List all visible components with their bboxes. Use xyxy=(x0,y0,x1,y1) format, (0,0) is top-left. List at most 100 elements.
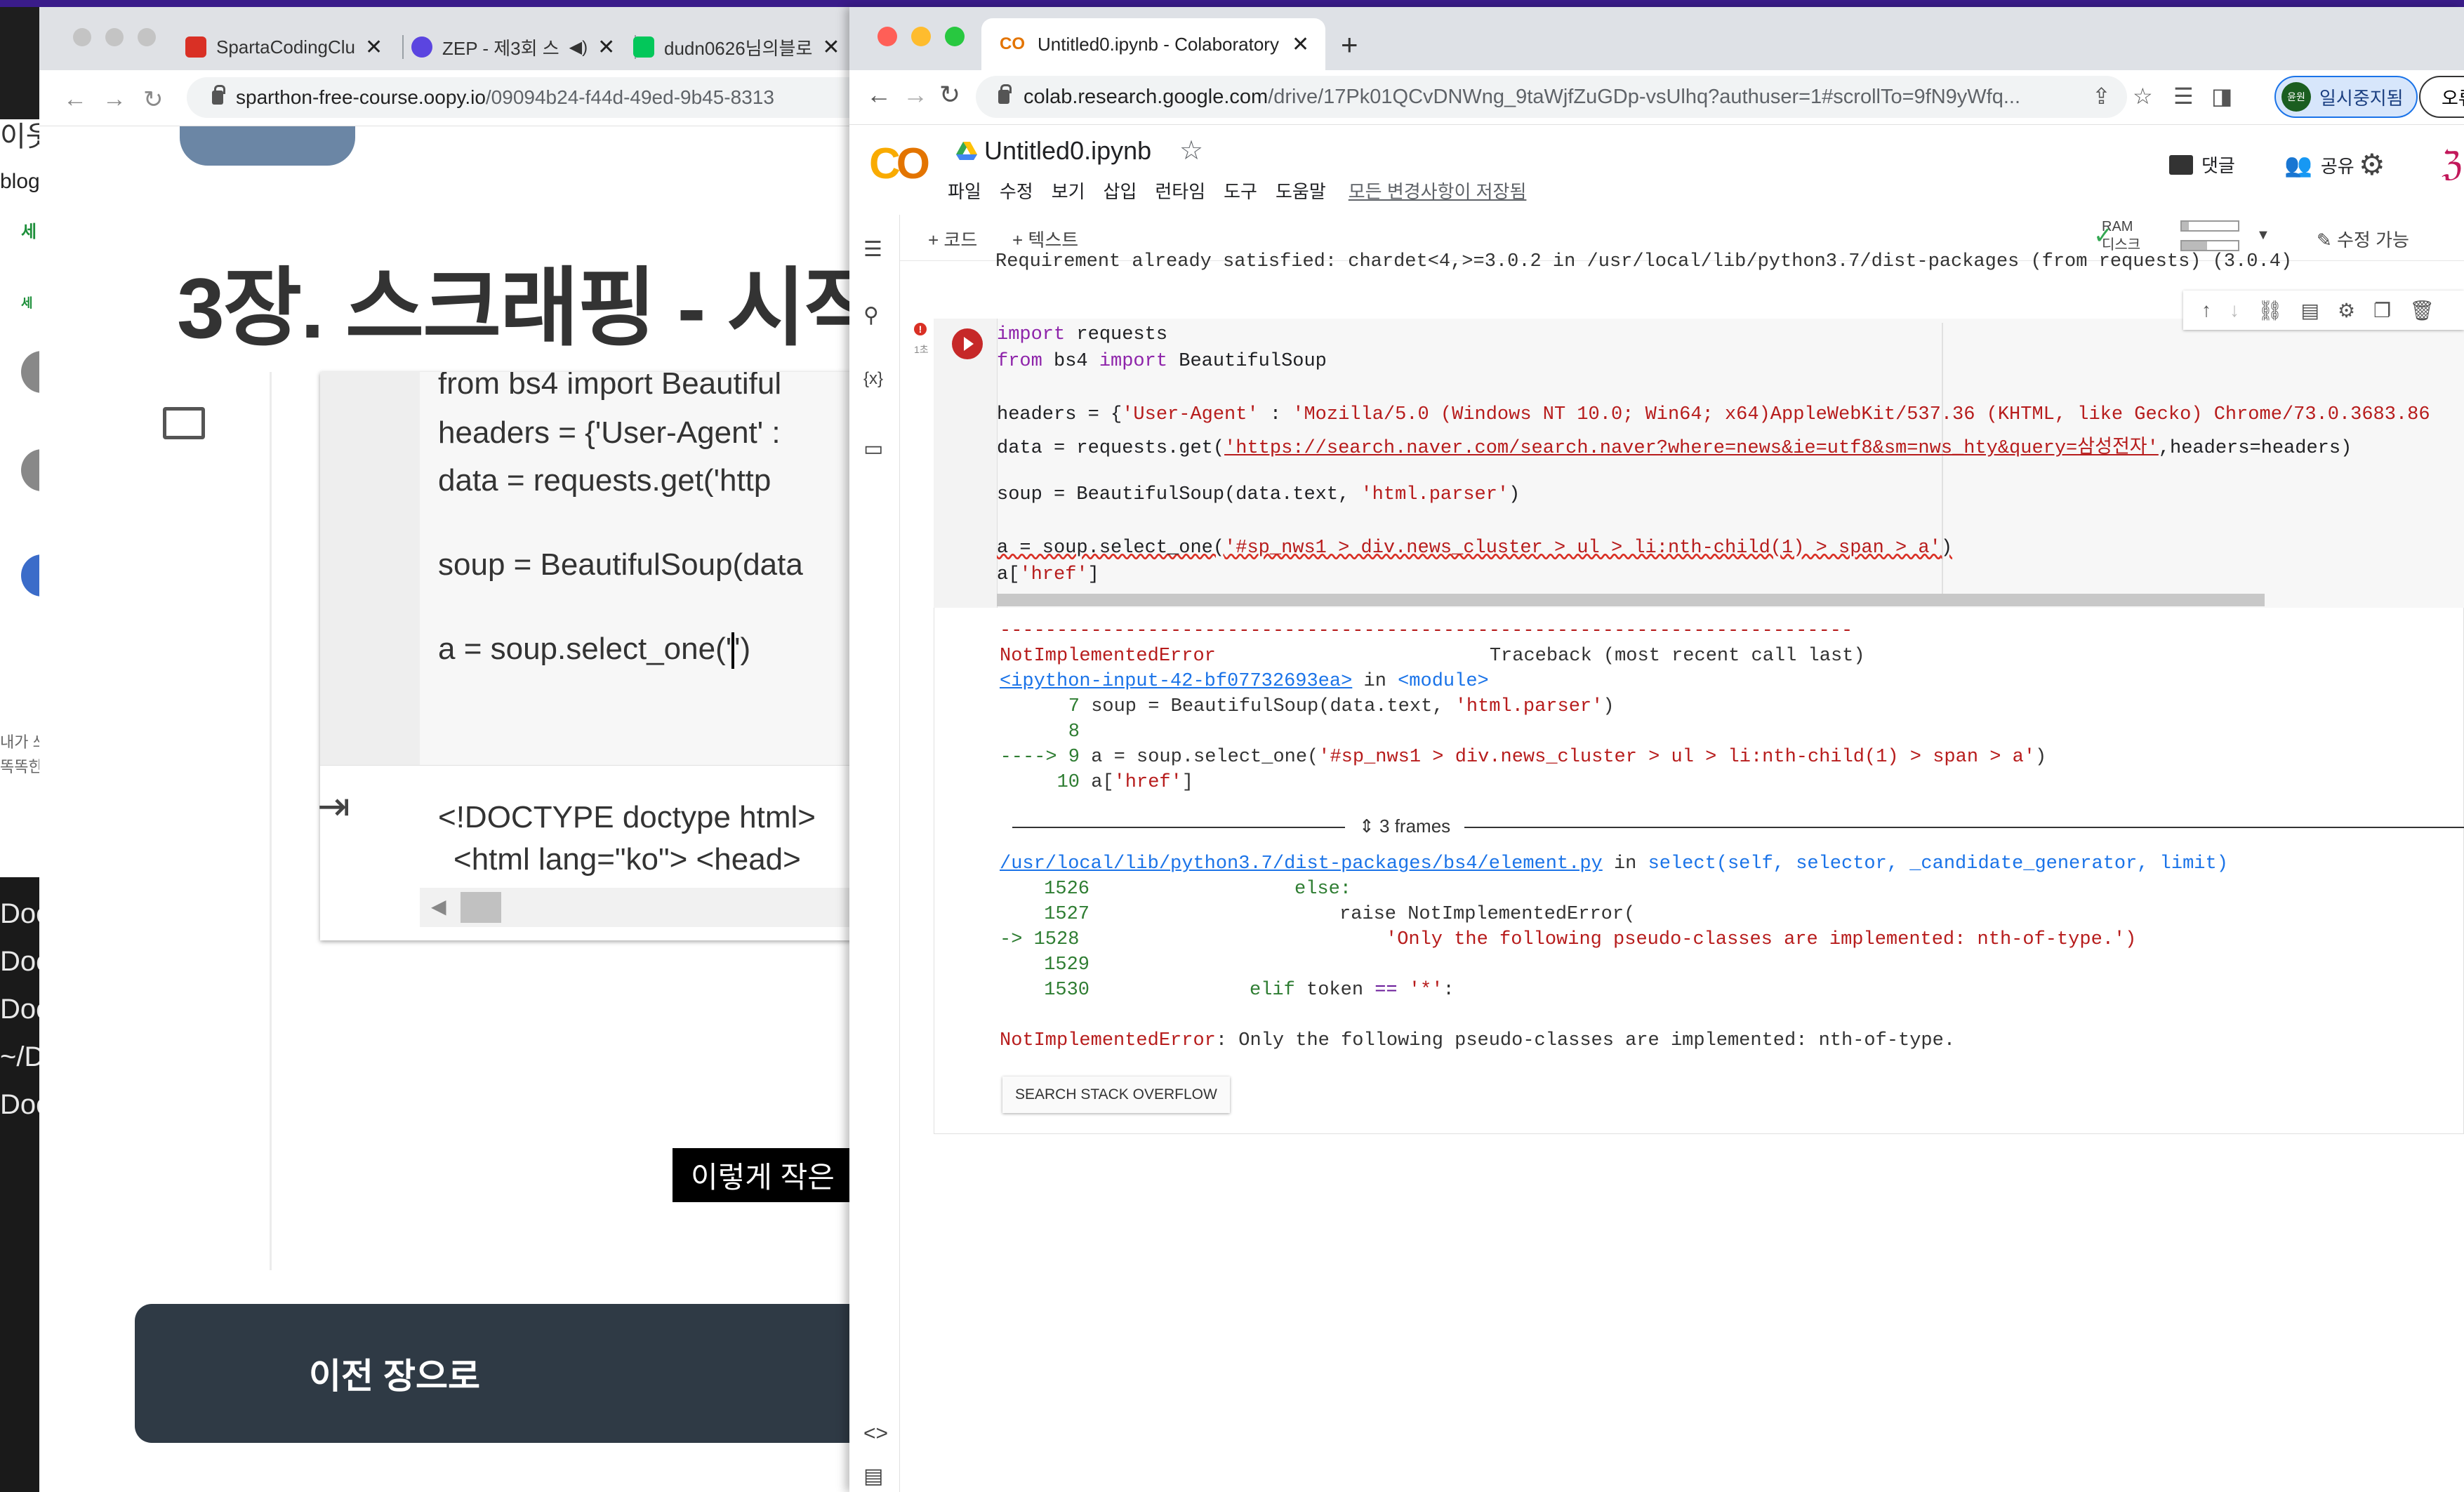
terminal-icon[interactable]: ▤ xyxy=(863,1464,883,1488)
banner-image xyxy=(180,126,355,166)
zoom-scrollbar[interactable]: ◀ xyxy=(420,888,882,927)
close-icon[interactable]: ✕ xyxy=(1292,32,1309,57)
cell-toolbar: ↑ ↓ ⛓ ▤ ⚙ ❐ 🗑 xyxy=(2183,291,2464,330)
resource-labels[interactable]: RAM 디스크 xyxy=(2102,218,2140,254)
scrollbar-thumb[interactable] xyxy=(461,892,501,923)
tab-zep[interactable]: ZEP - 제3회 스 ◀) ✕ xyxy=(411,24,637,70)
close-icon[interactable]: ✕ xyxy=(822,35,840,60)
ruler-guide xyxy=(1942,323,1943,604)
colab-logo[interactable]: CO xyxy=(869,139,930,189)
comment-button[interactable]: 댓글 xyxy=(2169,152,2235,178)
ram-label: RAM xyxy=(2102,219,2133,234)
menu-bar: 파일 수정 보기 삽입 런타임 도구 도움말 모든 변경사항이 저장됨 xyxy=(948,178,1526,204)
sliver-green-label: 세 xyxy=(21,296,33,310)
files-icon[interactable]: ▭ xyxy=(863,437,883,461)
minimize-window-button[interactable] xyxy=(105,28,124,46)
maximize-window-button[interactable] xyxy=(945,27,965,46)
traceback-location: <ipython-input-42-bf07732693ea> in <modu… xyxy=(1000,671,1489,692)
avatar[interactable] xyxy=(21,554,39,597)
share-button[interactable]: 👥 공유 xyxy=(2284,152,2354,178)
notebook-title[interactable]: Untitled0.ipynb xyxy=(984,136,1151,166)
comment-cell-icon[interactable]: ▤ xyxy=(2301,299,2319,322)
maximize-window-button[interactable] xyxy=(138,28,156,46)
close-window-button[interactable] xyxy=(877,27,897,46)
sliver-title-fragment: 이웃 xyxy=(0,121,39,152)
profile-button[interactable]: 윤원 일시중지됨 xyxy=(2274,76,2418,118)
folder-icon[interactable] xyxy=(163,407,205,439)
reload-icon[interactable]: ↻ xyxy=(143,86,164,114)
close-window-button[interactable] xyxy=(73,28,91,46)
lock-icon xyxy=(998,84,1012,104)
scroll-left-icon[interactable]: ◀ xyxy=(431,895,446,918)
move-up-icon[interactable]: ↑ xyxy=(2201,299,2211,321)
minimize-window-button[interactable] xyxy=(911,27,931,46)
account-icon[interactable]: ℨ xyxy=(2442,145,2463,184)
speaker-icon[interactable]: ◀) xyxy=(569,37,588,58)
run-cell-button[interactable] xyxy=(952,328,983,359)
ram-usage-fill xyxy=(2182,222,2189,230)
gear-icon[interactable]: ⚙ xyxy=(2359,147,2385,182)
back-arrow-icon[interactable]: ← xyxy=(63,86,87,113)
back-arrow-icon[interactable]: ← xyxy=(866,80,892,109)
output-exit-icon[interactable]: ⇥ xyxy=(317,783,350,830)
avatar[interactable] xyxy=(21,351,39,393)
menu-item-help[interactable]: 도움말 xyxy=(1276,178,1326,204)
ipython-input-link[interactable]: <ipython-input-42-bf07732693ea> xyxy=(1000,671,1352,692)
element-py-link[interactable]: /usr/local/lib/python3.7/dist-packages/b… xyxy=(1000,853,1603,874)
url-field[interactable]: sparthon-free-course.oopy.io/09094b24-f4… xyxy=(187,77,882,118)
close-icon[interactable]: ✕ xyxy=(597,35,615,60)
chevron-down-icon[interactable]: ▼ xyxy=(2256,227,2270,244)
code-snippets-icon[interactable]: <> xyxy=(863,1422,888,1446)
menu-item-insert[interactable]: 삽입 xyxy=(1104,178,1137,204)
url-field[interactable]: colab.research.google.com/drive/17Pk01QC… xyxy=(976,76,2127,118)
star-icon[interactable]: ☆ xyxy=(1179,135,1203,166)
link-icon[interactable]: ⛓ xyxy=(2258,299,2283,322)
frame-line: 1527 raise NotImplementedError( xyxy=(1044,904,1636,925)
sliver-green-label: 세 xyxy=(21,222,37,241)
zoom-code-line: headers = {'User-Agent' : xyxy=(438,415,781,450)
code-horizontal-scrollbar[interactable] xyxy=(997,594,2265,606)
move-down-icon[interactable]: ↓ xyxy=(2230,299,2239,321)
reload-icon[interactable]: ↻ xyxy=(939,80,960,109)
menu-item-view[interactable]: 보기 xyxy=(1052,178,1085,204)
error-button[interactable]: 오류 xyxy=(2419,76,2464,118)
forward-arrow-icon[interactable]: → xyxy=(903,80,928,109)
delete-trash-icon[interactable]: 🗑 xyxy=(2409,299,2435,322)
close-icon[interactable]: ✕ xyxy=(365,35,383,60)
mirror-cell-icon[interactable]: ❐ xyxy=(2373,299,2391,322)
content-divider xyxy=(270,372,272,1270)
url-path: /drive/17Pk01QCvDNWng_9taWjfZuGDp-vsUlhq… xyxy=(1268,85,2021,108)
menu-item-edit[interactable]: 수정 xyxy=(1000,178,1033,204)
menu-item-runtime[interactable]: 런타임 xyxy=(1155,178,1205,204)
add-code-button[interactable]: + 코드 xyxy=(928,226,977,252)
colab-browser-window: CO Untitled0.ipynb - Colaboratory ✕ + ← … xyxy=(849,7,2464,1492)
bookmark-star-icon[interactable]: ☆ xyxy=(2133,83,2153,109)
menu-item-file[interactable]: 파일 xyxy=(948,178,981,204)
drive-icon xyxy=(956,142,977,160)
variables-icon[interactable]: {x} xyxy=(863,369,883,389)
blog-favicon-icon xyxy=(633,36,654,58)
search-stack-overflow-button[interactable]: SEARCH STACK OVERFLOW xyxy=(1002,1077,1230,1113)
cell-settings-gear-icon[interactable]: ⚙ xyxy=(2338,299,2355,322)
terminal-line: ~/D xyxy=(0,1041,45,1072)
traceback-header: NotImplementedError Traceback (most recen… xyxy=(1000,646,1865,667)
search-icon[interactable]: ⚲ xyxy=(863,303,879,328)
code-line: a['href'] xyxy=(997,564,1099,585)
frame-line: 1529 xyxy=(1044,954,1089,975)
save-status-link[interactable]: 모든 변경사항이 저장됨 xyxy=(1349,178,1527,204)
new-tab-button[interactable]: + xyxy=(1341,28,1358,62)
expand-frames-button[interactable]: ⇕ 3 frames xyxy=(1345,815,1465,837)
reading-list-icon[interactable]: ☰ xyxy=(2173,83,2194,109)
add-text-button[interactable]: + 텍스트 xyxy=(1012,226,1078,252)
menu-item-tools[interactable]: 도구 xyxy=(1224,178,1257,204)
avatar[interactable] xyxy=(21,449,39,491)
table-of-contents-icon[interactable]: ☰ xyxy=(863,237,882,262)
side-panel-icon[interactable]: ◨ xyxy=(2211,83,2232,109)
tab-colab[interactable]: CO Untitled0.ipynb - Colaboratory ✕ xyxy=(981,18,1325,70)
share-page-icon[interactable]: ⇪ xyxy=(2092,83,2111,109)
edit-mode-button[interactable]: ✎ 수정 가능 xyxy=(2317,226,2409,252)
tab-spartacoding[interactable]: SpartaCodingClu ✕ xyxy=(185,24,404,70)
forward-arrow-icon[interactable]: → xyxy=(102,86,126,113)
zoom-code-line-cursor[interactable]: a = soup.select_one('') xyxy=(438,632,750,670)
tab-naver-blog[interactable]: dudn0626님의블로 ✕ xyxy=(633,24,840,70)
